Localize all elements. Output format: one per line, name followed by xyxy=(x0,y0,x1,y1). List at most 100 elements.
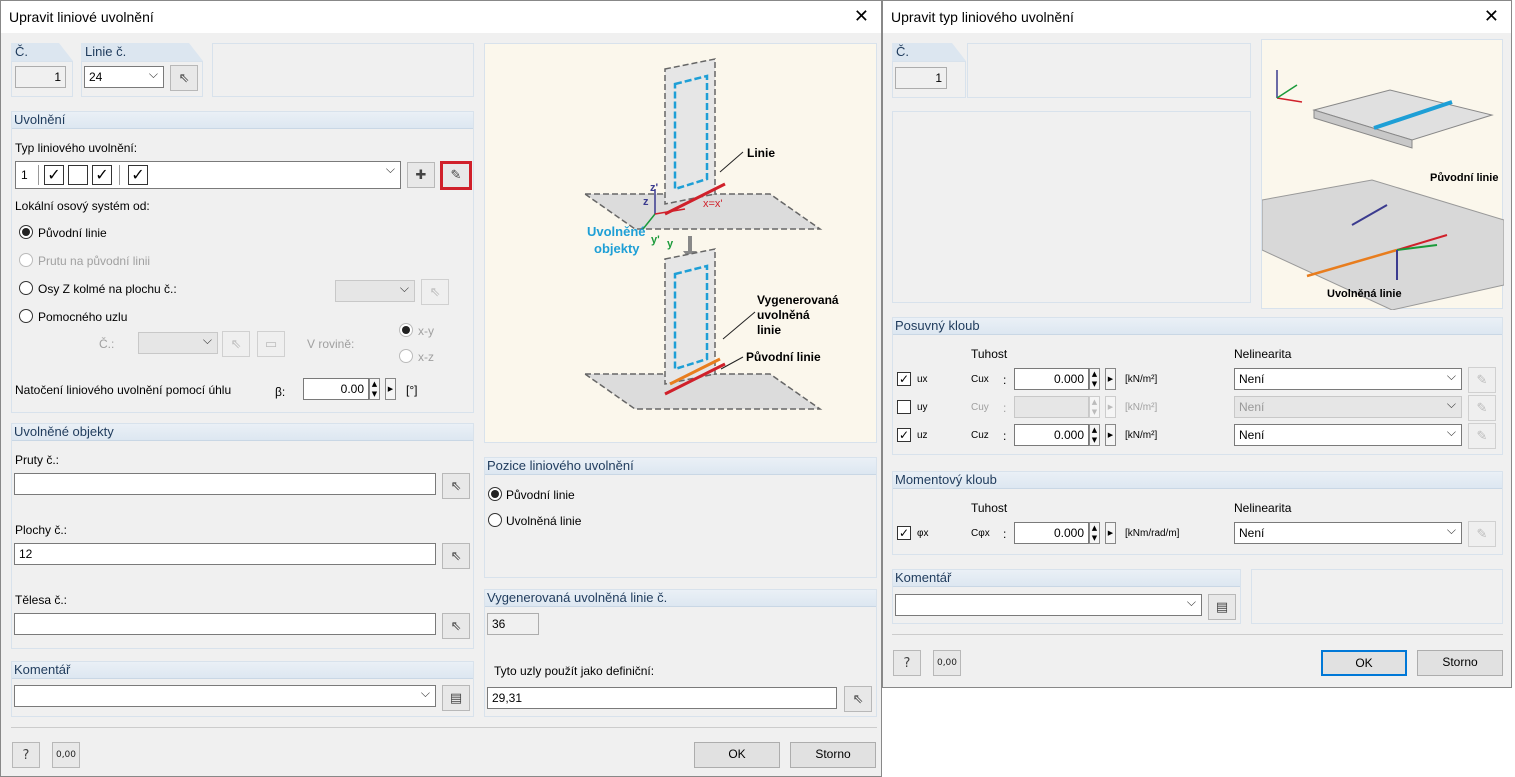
rotation-spin[interactable]: ▲ ▼ xyxy=(369,378,380,400)
r-top-empty-panel xyxy=(967,43,1251,98)
pic-xx: x=x' xyxy=(703,198,723,210)
radio-helper-node[interactable] xyxy=(19,309,33,323)
ux-checkbox[interactable]: ✓ xyxy=(897,372,911,386)
pick-surface-icon[interactable]: ⇖ xyxy=(421,279,449,305)
r-desc-panel xyxy=(892,111,1251,303)
units-icon[interactable]: 0,00 xyxy=(52,742,80,768)
cux-spin[interactable]: ▲ ▼ xyxy=(1089,368,1100,390)
pick-members-icon[interactable]: ⇖ xyxy=(442,473,470,499)
rotation-unit: [°] xyxy=(406,383,418,397)
close-icon-2[interactable]: ✕ xyxy=(1484,6,1499,27)
r-units-icon[interactable]: 0,00 xyxy=(933,650,961,676)
new-node-icon[interactable]: ▭ xyxy=(257,331,285,357)
t-nonlinearity-header: Nelinearita xyxy=(1234,347,1292,361)
pic-y-axis xyxy=(1276,84,1298,99)
radio-position-released[interactable] xyxy=(488,513,502,527)
cphix-input[interactable]: 0.000 xyxy=(1014,522,1089,544)
helper-node-select[interactable] xyxy=(138,332,218,354)
radio-original-line[interactable] xyxy=(19,225,33,239)
release-type-divider-2 xyxy=(119,165,120,185)
cphix-arrow[interactable]: ▶ xyxy=(1105,522,1116,544)
members-input[interactable] xyxy=(14,473,436,495)
colon: : xyxy=(1003,429,1007,443)
cuy-label: Cuy xyxy=(971,402,989,413)
uz-nl-edit-icon[interactable]: ✎ xyxy=(1468,423,1496,449)
cuy-arrow[interactable]: ▶ xyxy=(1105,396,1116,418)
uy-nonlinearity-select[interactable]: Není xyxy=(1234,396,1462,418)
plane-xy-label: x-y xyxy=(418,324,434,338)
phix-nl-edit-icon[interactable]: ✎ xyxy=(1468,521,1496,547)
cphix-label: Cφx xyxy=(971,528,990,539)
uz-nonlinearity-select[interactable]: Není xyxy=(1234,424,1462,446)
r-help-icon[interactable]: ? xyxy=(893,650,921,676)
rotational-title: Momentový kloub xyxy=(893,472,1502,489)
pick-nodes-icon[interactable]: ⇖ xyxy=(844,686,872,712)
comment-select[interactable] xyxy=(14,685,436,707)
radio-position-original[interactable] xyxy=(488,487,502,501)
pic-vyg2: uvolněná xyxy=(757,308,810,322)
position-released-label: Uvolněná linie xyxy=(506,514,582,528)
top-empty-panel xyxy=(212,43,474,97)
axis-system-label: Lokální osový systém od: xyxy=(15,199,150,213)
pic-z1: z' xyxy=(650,182,659,194)
z-axes-surface-select[interactable] xyxy=(335,280,415,302)
lower-plate xyxy=(582,373,823,410)
pick-solids-icon[interactable]: ⇖ xyxy=(442,613,470,639)
cuy-spin[interactable]: ▲ ▼ xyxy=(1089,396,1100,418)
rotation-angle-input[interactable]: 0.00 xyxy=(303,378,369,400)
close-icon[interactable]: ✕ xyxy=(854,6,869,27)
pick-surfaces-icon[interactable]: ⇖ xyxy=(442,543,470,569)
cuy-input[interactable] xyxy=(1014,396,1089,418)
radio-plane-xz[interactable] xyxy=(399,349,413,363)
pick-node-icon[interactable]: ⇖ xyxy=(222,331,250,357)
in-plane-label: V rovině: xyxy=(307,337,355,351)
radio-z-axes-label: Osy Z kolmé na plochu č.: xyxy=(38,282,177,296)
r-no-label: Č. xyxy=(896,44,909,59)
release-type-select[interactable]: 1 ✓ ✓ ✓ xyxy=(15,161,401,189)
phix-nonlinearity-select[interactable]: Není xyxy=(1234,522,1462,544)
cuz-input[interactable]: 0.000 xyxy=(1014,424,1089,446)
ux-nl-edit-icon[interactable]: ✎ xyxy=(1468,367,1496,393)
pic-puvodni: Původní linie xyxy=(746,350,821,364)
cancel-button[interactable]: Storno xyxy=(790,742,876,768)
radio-helper-node-label: Pomocného uzlu xyxy=(38,310,128,324)
line-select[interactable]: 24 xyxy=(84,66,164,88)
surfaces-input[interactable]: 12 xyxy=(14,543,436,565)
radio-z-axes[interactable] xyxy=(19,281,33,295)
phix-checkbox[interactable]: ✓ xyxy=(897,526,911,540)
pic-uvolnena-linie: Uvolněná linie xyxy=(1327,288,1402,300)
cuz-arrow[interactable]: ▶ xyxy=(1105,424,1116,446)
solids-input[interactable] xyxy=(14,613,436,635)
release-type-number: 1 xyxy=(21,168,28,182)
comment-title: Komentář xyxy=(12,662,473,679)
leader-vygenerovana xyxy=(722,311,756,340)
pic-uvolnene: Uvolněné xyxy=(587,224,646,239)
r-comment-select[interactable] xyxy=(895,594,1202,616)
ok-button[interactable]: OK xyxy=(694,742,780,768)
cphix-spin[interactable]: ▲ ▼ xyxy=(1089,522,1100,544)
ux-nonlinearity-select[interactable]: Není xyxy=(1234,368,1462,390)
uy-checkbox[interactable] xyxy=(897,400,911,414)
uy-nl-edit-icon[interactable]: ✎ xyxy=(1468,395,1496,421)
new-release-type-icon[interactable]: ✚ xyxy=(407,162,435,188)
radio-plane-xy[interactable] xyxy=(399,323,413,337)
cuz-spin[interactable]: ▲ ▼ xyxy=(1089,424,1100,446)
pick-line-icon[interactable]: ⇖ xyxy=(170,65,198,91)
cux-label: Cux xyxy=(971,374,989,385)
edit-release-type-icon[interactable]: ✎ xyxy=(440,161,472,190)
r-comment-library-icon[interactable]: ▤ xyxy=(1208,594,1236,620)
r-cancel-button[interactable]: Storno xyxy=(1417,650,1503,676)
footer-separator xyxy=(11,727,877,728)
r-stiffness-header: Tuhost xyxy=(971,501,1008,515)
cux-input[interactable]: 0.000 xyxy=(1014,368,1089,390)
rotation-arrow[interactable]: ▶ xyxy=(385,378,396,400)
cux-arrow[interactable]: ▶ xyxy=(1105,368,1116,390)
nodes-input[interactable]: 29,31 xyxy=(487,687,837,709)
comment-library-icon[interactable]: ▤ xyxy=(442,685,470,711)
radio-member[interactable] xyxy=(19,253,33,267)
help-icon[interactable]: ? xyxy=(12,742,40,768)
r-footer-separator xyxy=(892,634,1503,635)
r-ok-button[interactable]: OK xyxy=(1321,650,1407,676)
uz-checkbox[interactable]: ✓ xyxy=(897,428,911,442)
line-tab: Linie č. xyxy=(81,43,203,61)
